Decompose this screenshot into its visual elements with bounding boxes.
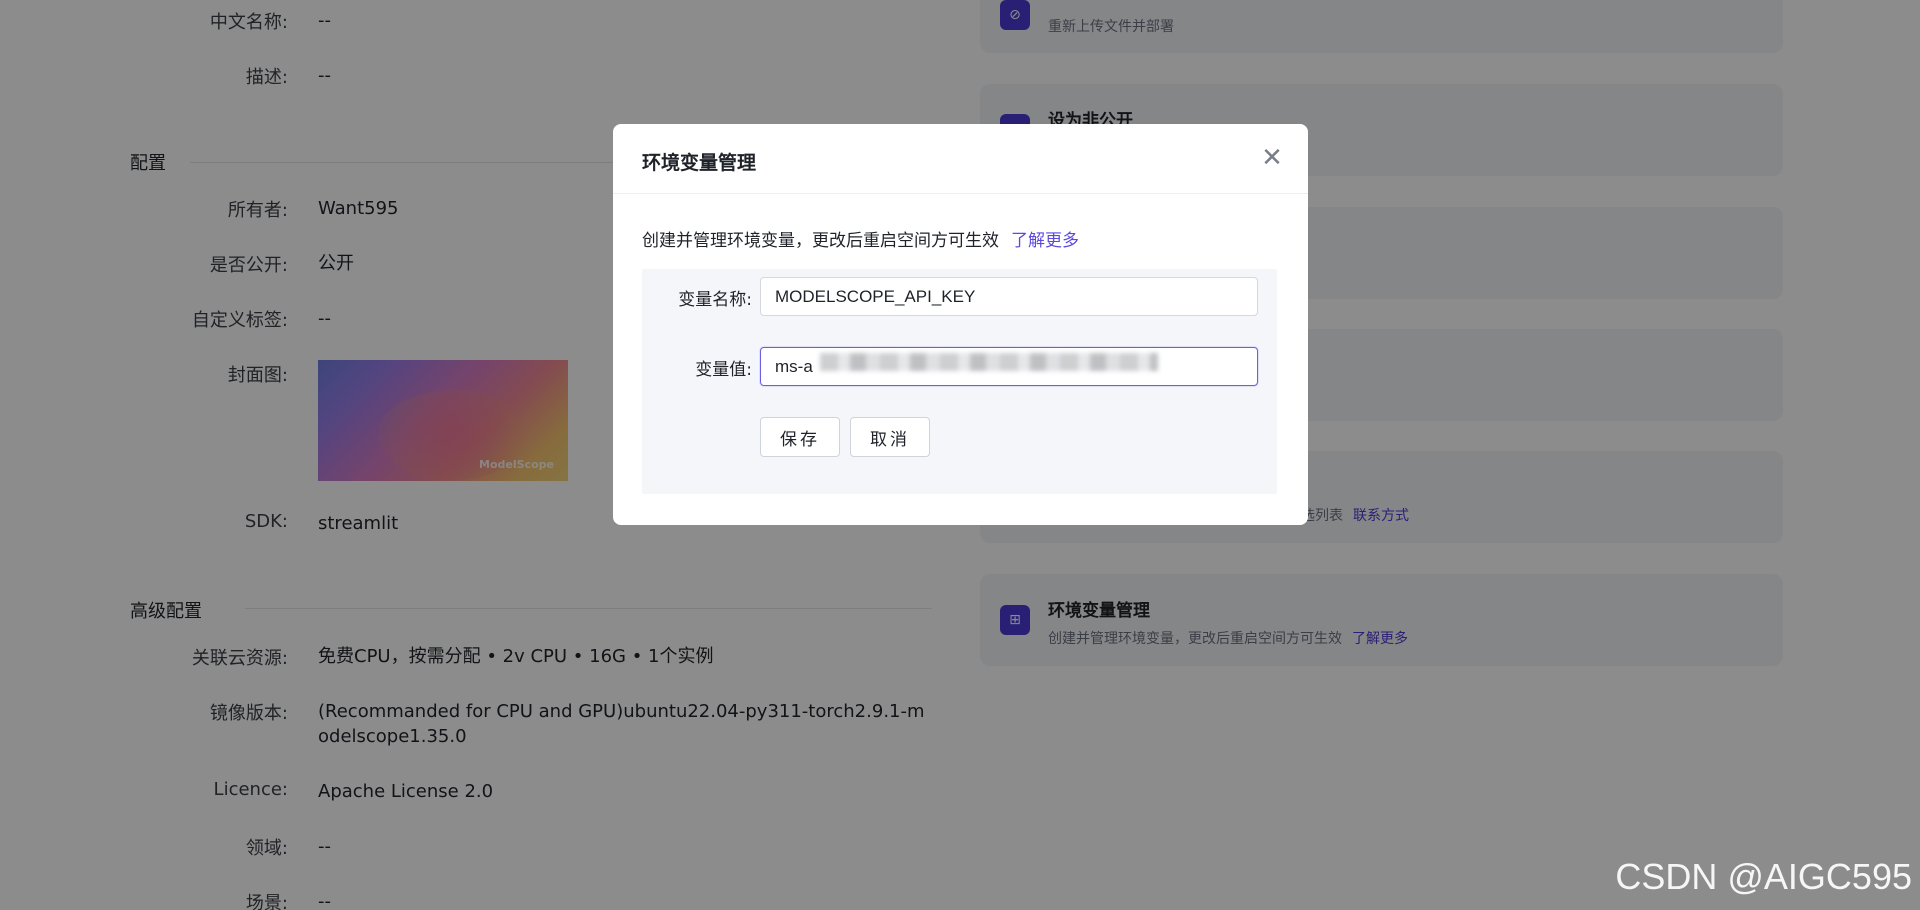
page-root: 中文名称: -- 描述: -- 配置 所有者: Want595 是否公开: 公开… bbox=[0, 0, 1920, 910]
env-var-form: 变量名称: 变量值: 保存 取消 bbox=[642, 269, 1277, 494]
close-icon[interactable]: ✕ bbox=[1258, 144, 1286, 172]
cancel-button[interactable]: 取消 bbox=[850, 417, 930, 457]
watermark-text: CSDN @AIGC595 bbox=[1615, 856, 1912, 897]
modal-description-text: 创建并管理环境变量，更改后重启空间方可生效 bbox=[642, 231, 999, 251]
env-var-modal: 环境变量管理 ✕ 创建并管理环境变量，更改后重启空间方可生效 了解更多 变量名称:… bbox=[613, 124, 1308, 525]
modal-title: 环境变量管理 bbox=[642, 152, 757, 174]
var-value-label: 变量值: bbox=[695, 360, 752, 380]
redacted-value-mask bbox=[820, 353, 1158, 371]
learn-more-link[interactable]: 了解更多 bbox=[1011, 231, 1079, 251]
save-button[interactable]: 保存 bbox=[760, 417, 840, 457]
var-name-label: 变量名称: bbox=[678, 290, 752, 310]
modal-description: 创建并管理环境变量，更改后重启空间方可生效 了解更多 bbox=[642, 226, 1079, 251]
modal-header: 环境变量管理 ✕ bbox=[613, 124, 1308, 194]
var-name-input[interactable] bbox=[760, 277, 1258, 316]
